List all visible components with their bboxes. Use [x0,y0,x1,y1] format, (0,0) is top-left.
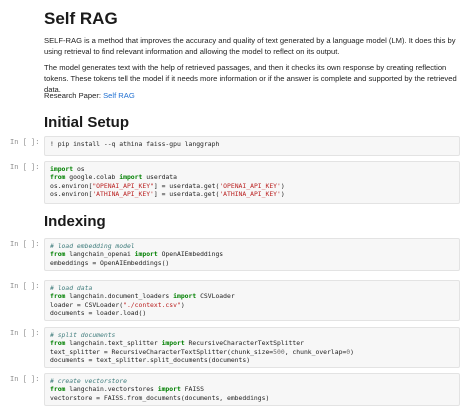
code-line: from langchain.text_splitter import Recu… [50,339,304,348]
code-line: from langchain.vectorstores import FAISS [50,385,204,394]
code-line: documents = loader.load() [50,309,147,318]
cell-prompt: In [ ]: [10,139,40,147]
code-line: import os [50,165,85,173]
cell-prompt: In [ ]: [10,164,40,172]
code-comment: # split documents [50,331,116,339]
code-line: loader = CSVLoader("./context.csv") [50,300,185,309]
research-paper-line: Research Paper: Self RAG [44,90,462,101]
cell-prompt: In [ ]: [10,241,40,249]
code-line: os.environ["OPENAI_API_KEY"] = userdata.… [50,181,285,190]
intro-paragraph-1: SELF-RAG is a method that improves the a… [44,36,456,56]
section-heading-indexing: Indexing [44,213,106,230]
code-cell-load-data[interactable]: # load data from langchain.document_load… [44,280,460,321]
code-line: from google.colab import userdata [50,173,177,182]
code-line: documents = text_splitter.split_document… [50,356,251,365]
section-heading-initial-setup: Initial Setup [44,114,130,131]
code-line: ! pip install --q athina faiss-gpu langg… [50,140,220,148]
code-cell-split-documents[interactable]: # split documents from langchain.text_sp… [44,327,460,368]
cell-prompt: In [ ]: [10,283,40,291]
cell-prompt: In [ ]: [10,376,40,384]
notebook: Self RAG SELF-RAG is a method that impro… [0,0,474,410]
code-cell-vectorstore[interactable]: # create vectorstore from langchain.vect… [44,373,460,406]
code-comment: # load embedding model [50,242,135,250]
page-title: Self RAG [44,9,118,28]
code-cell-pip-install[interactable]: ! pip install --q athina faiss-gpu langg… [44,136,460,156]
code-line: from langchain_openai import OpenAIEmbed… [50,250,224,259]
code-line: text_splitter = RecursiveCharacterTextSp… [50,347,354,356]
code-line: os.environ['ATHINA_API_KEY'] = userdata.… [50,190,285,199]
research-paper-label: Research Paper: [44,91,104,100]
code-line: from langchain.document_loaders import C… [50,292,235,301]
code-line: embeddings = OpenAIEmbeddings() [50,258,170,267]
code-comment: # create vectorstore [50,377,127,385]
code-cell-env-setup[interactable]: import os from google.colab import userd… [44,161,460,204]
code-line: vectorstore = FAISS.from_documents(docum… [50,393,270,402]
code-comment: # load data [50,284,93,292]
self-rag-paper-link[interactable]: Self RAG [103,91,135,100]
cell-prompt: In [ ]: [10,330,40,338]
code-cell-embedding-model[interactable]: # load embedding model from langchain_op… [44,238,460,271]
